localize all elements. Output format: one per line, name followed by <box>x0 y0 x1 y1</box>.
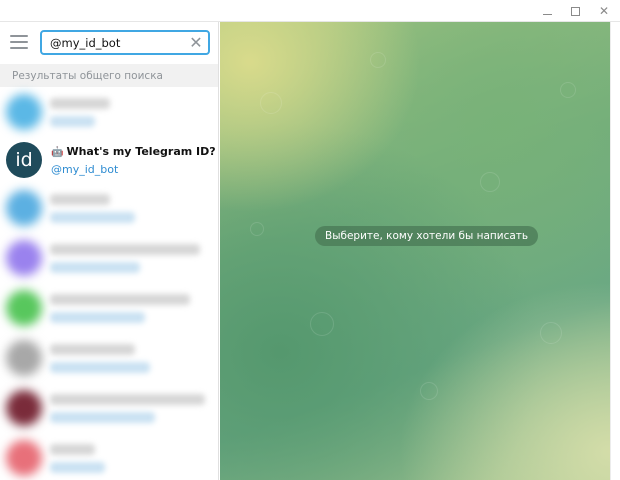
avatar <box>6 240 42 276</box>
avatar <box>6 340 42 376</box>
avatar <box>6 390 42 426</box>
close-icon: ✕ <box>598 4 610 18</box>
clear-search-button[interactable]: ✕ <box>186 33 206 53</box>
pattern-doodle <box>540 322 562 344</box>
blurred-handle <box>50 362 150 373</box>
scrollbar[interactable] <box>610 22 620 480</box>
close-window-button[interactable]: ✕ <box>589 0 619 22</box>
sidebar: @my_id_bot ✕ Результаты общего поиска id… <box>0 22 219 480</box>
blurred-handle <box>50 312 145 323</box>
pattern-doodle <box>370 52 386 68</box>
pattern-doodle <box>250 222 264 236</box>
minimize-icon <box>542 13 552 15</box>
avatar <box>6 440 42 476</box>
empty-chat-message: Выберите, кому хотели бы написать <box>315 226 539 246</box>
list-item[interactable] <box>0 384 218 436</box>
pattern-doodle <box>310 312 334 336</box>
blurred-name <box>50 244 200 255</box>
list-item[interactable] <box>0 88 218 140</box>
blurred-handle <box>50 116 95 127</box>
search-input-value[interactable]: @my_id_bot <box>50 36 186 50</box>
avatar <box>6 190 42 226</box>
pattern-doodle <box>480 172 500 192</box>
avatar <box>6 94 42 130</box>
result-handle: @my_id_bot <box>51 163 119 176</box>
maximize-button[interactable] <box>560 0 590 22</box>
maximize-icon <box>570 6 580 16</box>
blurred-handle <box>50 262 140 273</box>
pattern-doodle <box>420 382 438 400</box>
pattern-doodle <box>260 92 282 114</box>
result-title: 🤖 What's my Telegram ID? <box>51 145 216 158</box>
pattern-doodle <box>560 82 576 98</box>
avatar <box>6 290 42 326</box>
avatar: id <box>6 142 42 178</box>
search-input[interactable]: @my_id_bot ✕ <box>40 30 210 55</box>
title-bar: ✕ <box>0 0 620 22</box>
blurred-handle <box>50 212 135 223</box>
bot-icon: 🤖 <box>51 147 64 158</box>
blurred-name <box>50 444 95 455</box>
blurred-name <box>50 394 205 405</box>
blurred-name <box>50 294 190 305</box>
global-search-results-header: Результаты общего поиска <box>0 64 218 87</box>
blurred-handle <box>50 462 105 473</box>
search-result-my-id-bot[interactable]: id 🤖 What's my Telegram ID? @my_id_bot <box>0 136 218 188</box>
list-item[interactable] <box>0 284 218 336</box>
list-item[interactable] <box>0 184 218 236</box>
list-item[interactable] <box>0 434 218 480</box>
blurred-name <box>50 98 110 109</box>
list-item[interactable] <box>0 234 218 286</box>
minimize-button[interactable] <box>532 0 562 22</box>
chat-background: Выберите, кому хотели бы написать <box>220 22 610 480</box>
result-name: What's my Telegram ID? <box>66 145 216 158</box>
list-item[interactable] <box>0 334 218 386</box>
blurred-name <box>50 344 135 355</box>
blurred-name <box>50 194 110 205</box>
blurred-handle <box>50 412 155 423</box>
hamburger-menu-icon[interactable] <box>10 35 28 49</box>
